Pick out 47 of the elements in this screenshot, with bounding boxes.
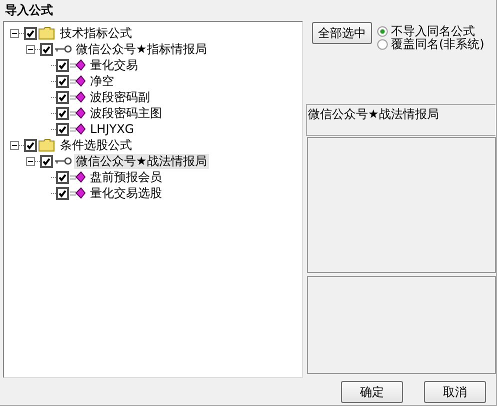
info-text: 微信公众号★战法情报局 bbox=[308, 107, 439, 121]
formula-icon bbox=[70, 59, 86, 71]
tree-item-label[interactable]: 技术指标公式 bbox=[58, 26, 134, 40]
expander-icon[interactable] bbox=[26, 156, 35, 166]
checkbox[interactable] bbox=[40, 154, 53, 168]
formula-icon bbox=[70, 107, 86, 119]
tree-item-label[interactable]: LHJYXG bbox=[88, 122, 136, 136]
tree-item-label[interactable]: 波段密码主图 bbox=[88, 106, 164, 120]
key-icon bbox=[54, 156, 72, 166]
checkbox[interactable] bbox=[56, 74, 69, 88]
tree-item-label[interactable]: 净空 bbox=[88, 74, 116, 88]
formula-icon bbox=[70, 91, 86, 103]
radio-icon[interactable] bbox=[377, 26, 388, 37]
radio-icon[interactable] bbox=[377, 39, 388, 50]
folder-icon bbox=[38, 26, 56, 40]
formula-icon bbox=[70, 187, 86, 199]
checkbox[interactable] bbox=[56, 58, 69, 72]
expander-icon[interactable] bbox=[10, 140, 19, 150]
radio-option[interactable]: 覆盖同名(非系统) bbox=[377, 38, 484, 51]
expander-icon[interactable] bbox=[10, 28, 19, 38]
tree-item-label[interactable]: 微信公众号★指标情报局 bbox=[74, 42, 209, 56]
tree-item-label[interactable]: 量化交易选股 bbox=[88, 186, 164, 200]
tree-item-label[interactable]: 波段密码副 bbox=[88, 90, 152, 104]
checkbox[interactable] bbox=[56, 170, 69, 184]
dialog-button[interactable]: 确定 bbox=[341, 381, 403, 403]
checkbox[interactable] bbox=[56, 186, 69, 200]
tree-item-label[interactable]: 盘前预报会员 bbox=[88, 170, 164, 184]
checkbox[interactable] bbox=[56, 106, 69, 120]
folder-icon bbox=[38, 138, 56, 152]
tree-item-label[interactable]: 条件选股公式 bbox=[58, 138, 134, 152]
formula-icon bbox=[70, 75, 86, 87]
formula-tree[interactable]: 技术指标公式 微信公众号★指标情报局 量化交易 净空 波段密码副 波段密码主图 LHJYXG 条件选股公式 微信公众号★战法情报局 盘前预报会员 量化交易选股 bbox=[3, 21, 303, 378]
tree-item-label[interactable]: 量化交易 bbox=[88, 58, 140, 72]
tree-item-label[interactable]: 微信公众号★战法情报局 bbox=[74, 154, 209, 168]
formula-icon bbox=[70, 123, 86, 135]
expander-icon[interactable] bbox=[26, 44, 35, 54]
checkbox[interactable] bbox=[24, 26, 37, 40]
formula-icon bbox=[70, 171, 86, 183]
select-all-button[interactable]: 全部选中 bbox=[312, 22, 372, 44]
key-icon bbox=[54, 44, 72, 54]
radio-option[interactable]: 不导入同名公式 bbox=[377, 25, 484, 38]
checkbox[interactable] bbox=[56, 122, 69, 136]
checkbox[interactable] bbox=[40, 42, 53, 56]
checkbox[interactable] bbox=[56, 90, 69, 104]
window-title: 导入公式 bbox=[5, 2, 53, 19]
dialog-button[interactable]: 取消 bbox=[424, 381, 486, 403]
checkbox[interactable] bbox=[24, 138, 37, 152]
